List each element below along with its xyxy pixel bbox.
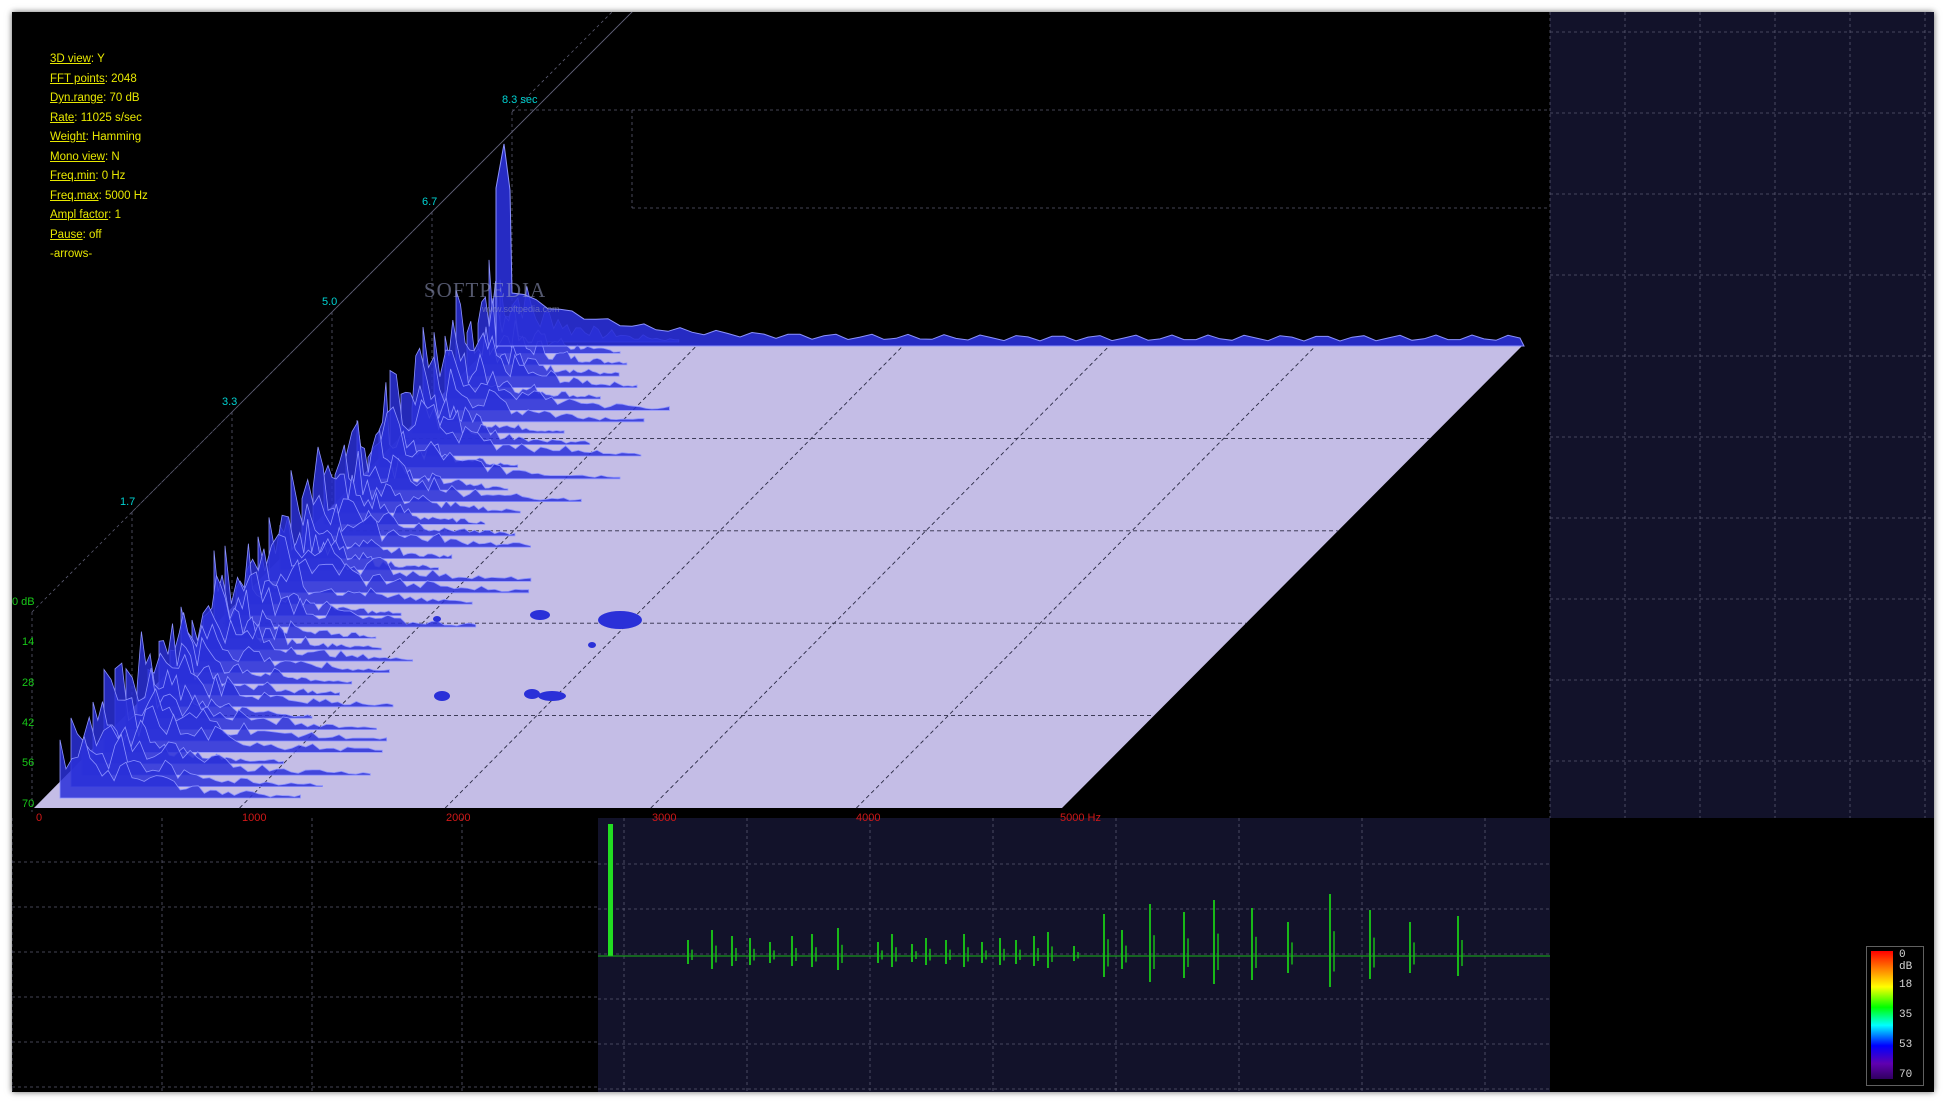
setting-mono-view: Mono view: N xyxy=(50,150,120,163)
arrows-hint: -arrows- xyxy=(50,248,93,260)
playback-cursor xyxy=(608,824,613,956)
freq-tick-4000: 4000 xyxy=(856,812,881,824)
spectrum-3d-view[interactable] xyxy=(12,12,1934,1092)
db-tick-56: 56 xyxy=(22,757,35,769)
setting-freq-max: Freq.max: 5000 Hz xyxy=(50,189,148,202)
spectrum-analyzer-window: 3D view: Y FFT points: 2048 Dyn.range: 7… xyxy=(12,12,1934,1092)
setting-rate: Rate: 11025 s/sec xyxy=(50,111,142,124)
colorbar-label-35: 35 xyxy=(1899,1009,1913,1021)
spectrum-slice-latest xyxy=(495,143,1525,347)
freq-tick-1000: 1000 xyxy=(242,812,267,824)
setting-weight: Weight: Hamming xyxy=(50,131,142,143)
setting-freq-min: Freq.min: 0 Hz xyxy=(50,170,126,182)
colorbar-label-18: 18 xyxy=(1899,979,1913,991)
setting-3d-view: 3D view: Y xyxy=(50,53,105,65)
spectrum-blob xyxy=(530,610,550,620)
setting-pause: Pause: off xyxy=(50,228,102,241)
setting-ampl-factor: Ampl factor: 1 xyxy=(50,209,121,221)
db-tick-0: 0 dB xyxy=(12,596,35,608)
freq-tick-5000: 5000 Hz xyxy=(1060,812,1101,824)
spectrum-blob xyxy=(598,611,642,629)
spectrum-blob xyxy=(524,689,540,699)
db-tick-14: 14 xyxy=(22,636,35,648)
spectrum-blob xyxy=(538,691,566,701)
db-tick-28: 28 xyxy=(22,677,35,689)
settings-panel: 3D view: Y FFT points: 2048 Dyn.range: 7… xyxy=(50,50,148,265)
freq-tick-0: 0 xyxy=(36,812,43,824)
setting-dyn-range: Dyn.range: 70 dB xyxy=(50,92,140,104)
freq-tick-3000: 3000 xyxy=(652,812,677,824)
setting-fft-points: FFT points: 2048 xyxy=(50,72,137,85)
spectrum-blob xyxy=(434,691,450,701)
colorbar-label-0: 0 dB xyxy=(1899,949,1913,973)
spectrum-blob xyxy=(433,616,441,622)
color-scale-legend: 0 dB 18 35 53 70 xyxy=(1866,946,1924,1086)
spectrum-blob xyxy=(588,642,596,648)
freq-tick-2000: 2000 xyxy=(446,812,471,824)
time-tick-3: 5.0 xyxy=(322,296,338,308)
time-tick-2: 3.3 xyxy=(222,396,238,408)
colorbar-label-70: 70 xyxy=(1899,1069,1913,1081)
db-tick-42: 42 xyxy=(22,717,35,729)
colorbar-label-53: 53 xyxy=(1899,1039,1913,1051)
time-tick-5: 8.3 sec xyxy=(502,94,538,106)
right-empty-panel xyxy=(1550,12,1934,818)
time-tick-4: 6.7 xyxy=(422,196,438,208)
guide-line xyxy=(331,12,633,313)
color-gradient xyxy=(1871,951,1893,1079)
guide-line xyxy=(431,12,633,213)
watermark-logo: SOFTPEDIA xyxy=(424,278,547,302)
watermark-url: www.softpedia.com xyxy=(482,304,560,314)
db-tick-70: 70 xyxy=(22,798,35,810)
time-tick-1: 1.7 xyxy=(120,496,136,508)
